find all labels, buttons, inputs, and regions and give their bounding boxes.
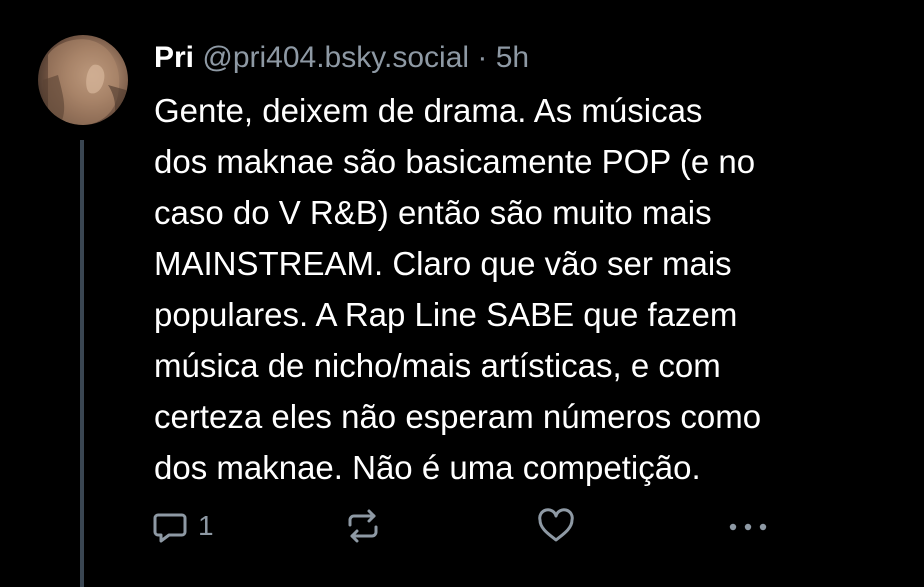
post-timestamp[interactable]: 5h (496, 41, 529, 74)
reply-button[interactable]: 1 (150, 506, 214, 546)
post[interactable]: Pri @pri404.bsky.social · 5h Gente, deix… (0, 0, 924, 587)
reply-count: 1 (198, 510, 214, 541)
post-text-line: certeza eles não esperam números como (154, 398, 762, 435)
avatar[interactable] (38, 35, 128, 125)
like-button[interactable] (536, 506, 576, 546)
ellipsis-icon (729, 523, 767, 531)
post-text: Gente, deixem de drama. As músicas dos m… (154, 85, 894, 493)
post-text-line: populares. A Rap Line SABE que fazem (154, 296, 738, 333)
speech-bubble-icon (153, 513, 187, 543)
heart-icon (538, 508, 574, 542)
post-actions: 1 (0, 500, 924, 550)
post-text-line: Gente, deixem de drama. As músicas (154, 92, 703, 129)
post-text-line: dos maknae. Não é uma competição. (154, 449, 701, 486)
post-text-line: MAINSTREAM. Claro que vão ser mais (154, 245, 732, 282)
post-text-line: música de nicho/mais artísticas, e com (154, 347, 721, 384)
repost-button[interactable] (343, 506, 383, 546)
post-text-line: caso do V R&B) então são muito mais (154, 194, 712, 231)
author-display-name[interactable]: Pri (154, 41, 194, 74)
repost-arrows-icon (348, 509, 378, 543)
post-header: Pri @pri404.bsky.social · 5h (154, 38, 529, 78)
header-separator: · (477, 41, 488, 74)
post-text-line: dos maknae são basicamente POP (e no (154, 143, 756, 180)
author-handle[interactable]: @pri404.bsky.social (202, 41, 469, 74)
more-options-button[interactable] (726, 506, 770, 546)
avatar-image (43, 39, 126, 125)
